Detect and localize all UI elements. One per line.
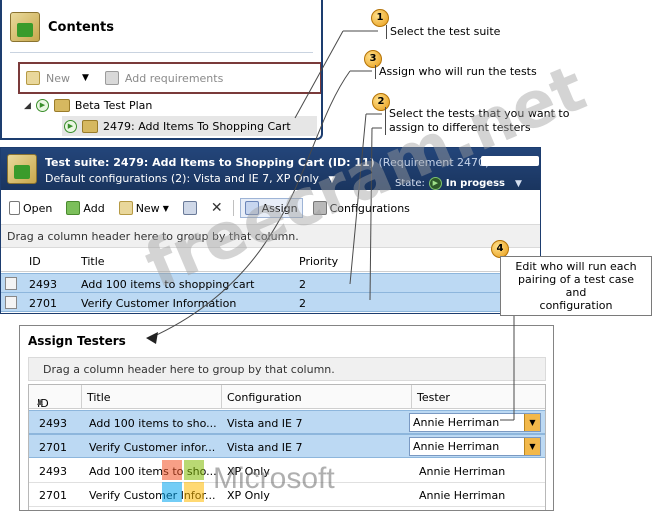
logo-square xyxy=(162,460,182,480)
callout-4-line1: Edit who will run each xyxy=(515,260,637,273)
callout-4-line3: configuration xyxy=(539,299,613,312)
callout-4-text: Edit who will run each pairing of a test… xyxy=(500,256,652,316)
logo-square xyxy=(184,460,204,480)
arrowhead xyxy=(146,332,158,344)
logo-square xyxy=(184,482,204,502)
logo-square xyxy=(162,482,182,502)
callout-1-line xyxy=(294,30,344,119)
brand-watermark: Microsoft xyxy=(213,462,335,495)
microsoft-logo-icon xyxy=(162,460,206,504)
callout-4-line2: pairing of a test case and xyxy=(517,273,635,299)
callout-1-text: Select the test suite xyxy=(386,25,500,39)
